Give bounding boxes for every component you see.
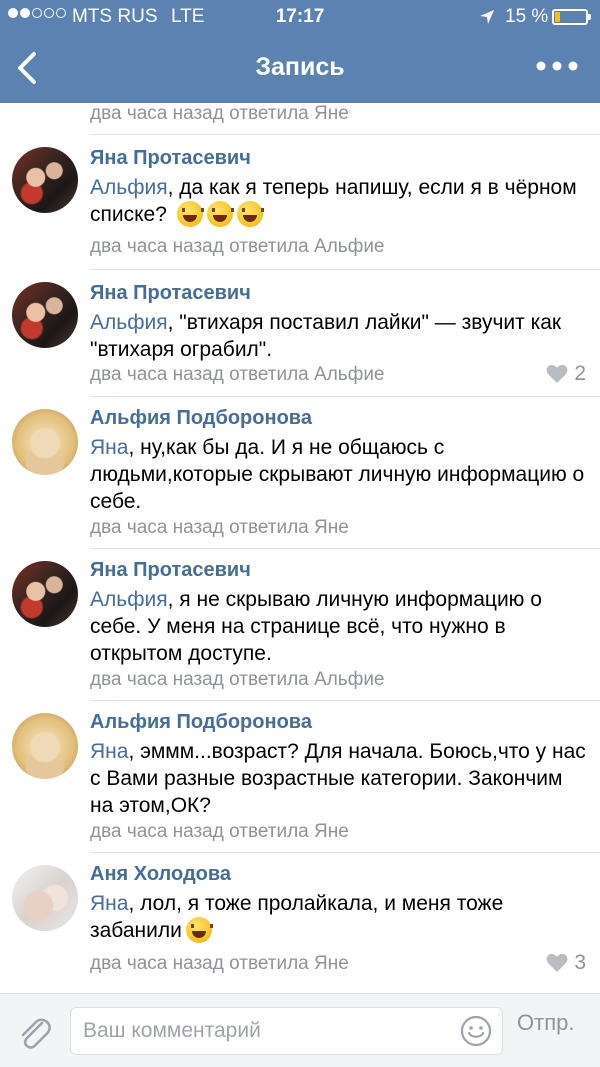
avatar[interactable] — [12, 147, 78, 213]
location-arrow-icon — [480, 10, 494, 24]
heart-icon — [546, 364, 568, 383]
navigation-bar: MTS RUS LTE 17:17 15 % Запись — [0, 0, 600, 103]
comment-item: Яна Протасевич Альфия, "втихаря поставил… — [0, 270, 600, 396]
paperclip-icon[interactable] — [14, 1013, 54, 1053]
avatar[interactable] — [12, 409, 78, 475]
comment-author[interactable]: Яна Протасевич — [90, 147, 251, 170]
like-count: 3 — [574, 951, 586, 974]
like-count: 2 — [574, 362, 586, 385]
comment-item: Альфия Подборонова Яна, ну,как бы да. И … — [0, 397, 600, 548]
avatar[interactable] — [12, 282, 78, 348]
more-dots-icon[interactable] — [536, 58, 578, 74]
comment-text: Яна, лол, я тоже пролайкала, и меня тоже… — [90, 890, 590, 944]
comment-text: Альфия, "втихаря поставил лайки" — звучи… — [90, 309, 590, 363]
smiley-icon[interactable] — [460, 1015, 492, 1047]
laughing-emoji-icon — [236, 201, 264, 227]
comment-meta: два часа назад ответила Яне — [90, 517, 349, 538]
comment-text: Яна, эммм...возраст? Для начала. Боюсь,ч… — [90, 738, 590, 819]
battery-percent: 15 % — [505, 6, 549, 27]
comment-item: Яна Протасевич Альфия, да как я теперь н… — [0, 135, 600, 269]
send-button[interactable]: Отпр. — [517, 1010, 574, 1036]
avatar[interactable] — [12, 865, 78, 931]
comment-meta: два часа назад ответила Яне — [90, 821, 349, 842]
comment-input-bar: Отпр. — [0, 993, 600, 1067]
heart-icon — [546, 953, 568, 972]
comment-input[interactable] — [70, 1007, 503, 1055]
laughing-emoji-icon — [206, 201, 234, 227]
mention-link[interactable]: Альфия — [90, 176, 168, 199]
page-title: Запись — [255, 53, 345, 81]
comments-list[interactable]: два часа назад ответила Яне Яна Протасев… — [0, 103, 600, 993]
mention-link[interactable]: Альфия — [90, 311, 168, 334]
comment-author[interactable]: Яна Протасевич — [90, 282, 251, 305]
comment-meta: два часа назад ответила Альфие — [90, 669, 385, 690]
comment-body: , эммм...возраст? Для начала. Боюсь,что … — [90, 740, 586, 817]
comment-meta: два часа назад ответила Альфие — [90, 236, 385, 257]
comment-author[interactable]: Альфия Подборонова — [90, 711, 312, 734]
comment-item: Аня Холодова Яна, лол, я тоже пролайкала… — [0, 853, 600, 989]
like-button[interactable]: 3 — [546, 951, 586, 975]
mention-link[interactable]: Яна — [90, 436, 128, 459]
comment-meta: два часа назад ответила Яне — [90, 953, 349, 974]
mention-link[interactable]: Яна — [90, 740, 128, 763]
laughing-emoji-icon — [176, 201, 204, 227]
comment-author[interactable]: Яна Протасевич — [90, 559, 251, 582]
comment-author[interactable]: Аня Холодова — [90, 863, 231, 886]
comment-text: Альфия, я не скрываю личную информацию о… — [90, 586, 590, 667]
avatar[interactable] — [12, 713, 78, 779]
mention-link[interactable]: Альфия — [90, 588, 168, 611]
comment-meta: два часа назад ответила Альфие — [90, 364, 385, 385]
comment-item: Альфия Подборонова Яна, эммм...возраст? … — [0, 701, 600, 853]
comment-text: Альфия, да как я теперь напишу, если я в… — [90, 174, 590, 228]
avatar[interactable] — [12, 561, 78, 627]
comment-body: , лол, я тоже пролайкала, и меня тоже за… — [90, 892, 504, 942]
status-bar: MTS RUS LTE 17:17 15 % — [0, 0, 600, 34]
comment-author[interactable]: Альфия Подборонова — [90, 407, 312, 430]
comment-text: Яна, ну,как бы да. И я не общаюсь с людь… — [90, 434, 590, 515]
comment-item: Яна Протасевич Альфия, я не скрываю личн… — [0, 549, 600, 701]
mention-link[interactable]: Яна — [90, 892, 128, 915]
smiling-emoji-icon — [185, 917, 213, 943]
battery-icon — [552, 9, 591, 25]
previous-comment-meta: два часа назад ответила Яне — [90, 103, 349, 124]
like-button[interactable]: 2 — [546, 362, 586, 386]
comment-body: , ну,как бы да. И я не общаюсь с людьми,… — [90, 436, 585, 513]
